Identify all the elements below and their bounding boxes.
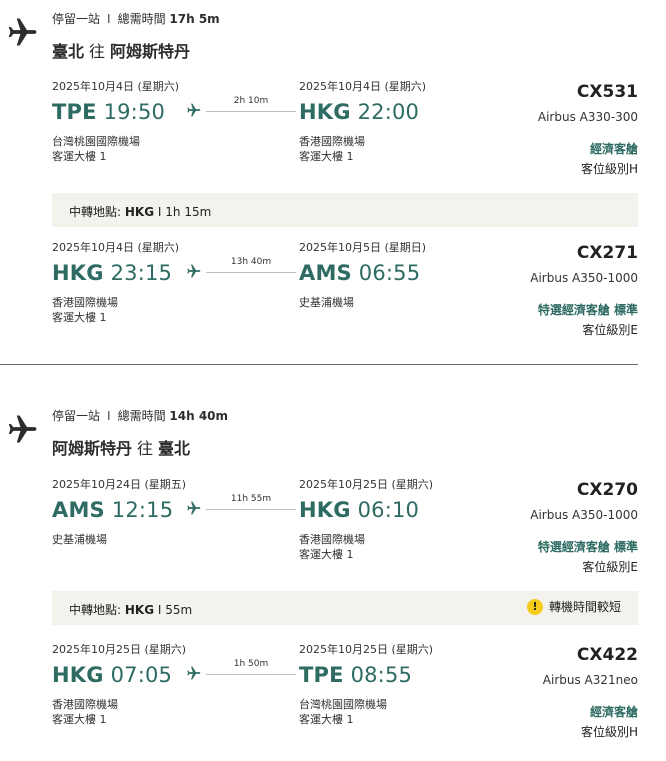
segment-duration: 2h 10m bbox=[233, 96, 269, 106]
flight-number: CX271 bbox=[576, 243, 638, 263]
departure-date: 2025年10月4日 (星期六) bbox=[52, 80, 180, 93]
flight-segment: 2025年10月24日 (星期五) 2025年10月25日 (星期六) AMS … bbox=[0, 476, 666, 586]
arrival-time: HKG 22:00 bbox=[299, 100, 420, 124]
connection-time: 1h 15m bbox=[165, 205, 212, 219]
flight-number: CX422 bbox=[576, 645, 638, 665]
fare-class: 客位級別E bbox=[582, 323, 638, 337]
journey-route: 阿姆斯特丹往臺北 bbox=[52, 439, 191, 458]
flight-number: CX531 bbox=[576, 82, 638, 102]
connection-bar: 中轉地點: HKG I 55m ! 轉機時間較短 bbox=[52, 591, 638, 625]
fare-class: 客位級別H bbox=[580, 162, 638, 176]
airplane-small-icon bbox=[186, 500, 202, 516]
arrival-time: HKG 06:10 bbox=[299, 498, 420, 522]
cabin-class: 特選經濟客艙 標準 bbox=[537, 303, 638, 317]
departure-date: 2025年10月24日 (星期五) bbox=[52, 478, 187, 491]
arrival-time: AMS 06:55 bbox=[299, 261, 421, 285]
destination-city: 臺北 bbox=[158, 439, 191, 458]
connection-info: 中轉地點: HKG I 1h 15m bbox=[69, 205, 212, 219]
departure-time: TPE 19:50 bbox=[52, 100, 166, 124]
departure-airport: 史基浦機場 bbox=[52, 533, 107, 546]
flight-duration-arrow: 1h 50m bbox=[186, 659, 296, 685]
arrival-date: 2025年10月25日 (星期六) bbox=[299, 478, 434, 491]
stops-label: 停留一站 bbox=[52, 409, 101, 423]
total-duration: 17h 5m bbox=[169, 12, 220, 26]
airplane-small-icon bbox=[186, 263, 202, 279]
departure-date: 2025年10月4日 (星期六) bbox=[52, 241, 180, 254]
fare-class: 客位級別H bbox=[580, 725, 638, 739]
flight-duration-arrow: 2h 10m bbox=[186, 96, 296, 122]
journey-summary: 停留一站 I 總需時間 14h 40m bbox=[52, 409, 229, 423]
short-connection-warning: ! 轉機時間較短 bbox=[526, 598, 621, 615]
connection-airport: HKG bbox=[124, 205, 155, 219]
arrival-date: 2025年10月4日 (星期六) bbox=[299, 80, 427, 93]
total-duration: 14h 40m bbox=[169, 409, 229, 423]
aircraft-type: Airbus A330-300 bbox=[537, 110, 638, 124]
flight-duration-arrow: 11h 55m bbox=[186, 494, 296, 520]
departure-airport: 香港國際機場 客運大樓 1 bbox=[52, 698, 118, 726]
flight-segment: 2025年10月4日 (星期六) 2025年10月4日 (星期六) TPE 19… bbox=[0, 78, 666, 188]
flight-segment: 2025年10月25日 (星期六) 2025年10月25日 (星期六) HKG … bbox=[0, 641, 666, 751]
flight-segment: 2025年10月4日 (星期六) 2025年10月5日 (星期日) HKG 23… bbox=[0, 239, 666, 349]
journey-divider bbox=[0, 364, 638, 365]
segment-duration: 1h 50m bbox=[233, 659, 269, 669]
arrival-airport: 史基浦機場 bbox=[299, 296, 354, 309]
aircraft-type: Airbus A321neo bbox=[542, 673, 638, 687]
arrival-date: 2025年10月5日 (星期日) bbox=[299, 241, 427, 254]
duration-label: 總需時間 bbox=[117, 12, 166, 26]
duration-label: 總需時間 bbox=[117, 409, 166, 423]
arrival-airport: 香港國際機場 客運大樓 1 bbox=[299, 533, 365, 561]
airplane-small-icon bbox=[186, 102, 202, 118]
stops-label: 停留一站 bbox=[52, 12, 101, 26]
warning-icon: ! bbox=[526, 598, 543, 615]
fare-class: 客位級別E bbox=[582, 560, 638, 574]
connection-bar: 中轉地點: HKG I 1h 15m bbox=[52, 193, 638, 227]
cabin-class: 特選經濟客艙 標準 bbox=[537, 540, 638, 554]
destination-city: 阿姆斯特丹 bbox=[110, 42, 191, 61]
flight-duration-arrow: 13h 40m bbox=[186, 257, 296, 283]
aircraft-type: Airbus A350-1000 bbox=[530, 271, 638, 285]
origin-city: 臺北 bbox=[52, 42, 85, 61]
cabin-class: 經濟客艙 bbox=[589, 705, 638, 719]
departure-time: HKG 23:15 bbox=[52, 261, 173, 285]
aircraft-type: Airbus A350-1000 bbox=[530, 508, 638, 522]
airplane-small-icon bbox=[186, 665, 202, 681]
arrival-airport: 香港國際機場 客運大樓 1 bbox=[299, 135, 365, 163]
airplane-icon bbox=[6, 15, 40, 49]
arrival-time: TPE 08:55 bbox=[299, 663, 413, 687]
journey-route: 臺北往阿姆斯特丹 bbox=[52, 42, 191, 61]
connection-airport: HKG bbox=[124, 603, 155, 617]
arrival-airport: 台灣桃園國際機場 客運大樓 1 bbox=[299, 698, 387, 726]
departure-time: AMS 12:15 bbox=[52, 498, 174, 522]
cabin-class: 經濟客艙 bbox=[589, 142, 638, 156]
origin-city: 阿姆斯特丹 bbox=[52, 439, 133, 458]
departure-time: HKG 07:05 bbox=[52, 663, 173, 687]
arrival-date: 2025年10月25日 (星期六) bbox=[299, 643, 434, 656]
segment-duration: 13h 40m bbox=[230, 257, 272, 267]
journey-summary: 停留一站 I 總需時間 17h 5m bbox=[52, 12, 220, 26]
departure-date: 2025年10月25日 (星期六) bbox=[52, 643, 187, 656]
segment-duration: 11h 55m bbox=[230, 494, 272, 504]
connection-info: 中轉地點: HKG I 55m bbox=[69, 603, 193, 617]
departure-airport: 香港國際機場 客運大樓 1 bbox=[52, 296, 118, 324]
connection-time: 55m bbox=[165, 603, 193, 617]
departure-airport: 台灣桃園國際機場 客運大樓 1 bbox=[52, 135, 140, 163]
flight-number: CX270 bbox=[576, 480, 638, 500]
airplane-icon bbox=[6, 412, 40, 446]
